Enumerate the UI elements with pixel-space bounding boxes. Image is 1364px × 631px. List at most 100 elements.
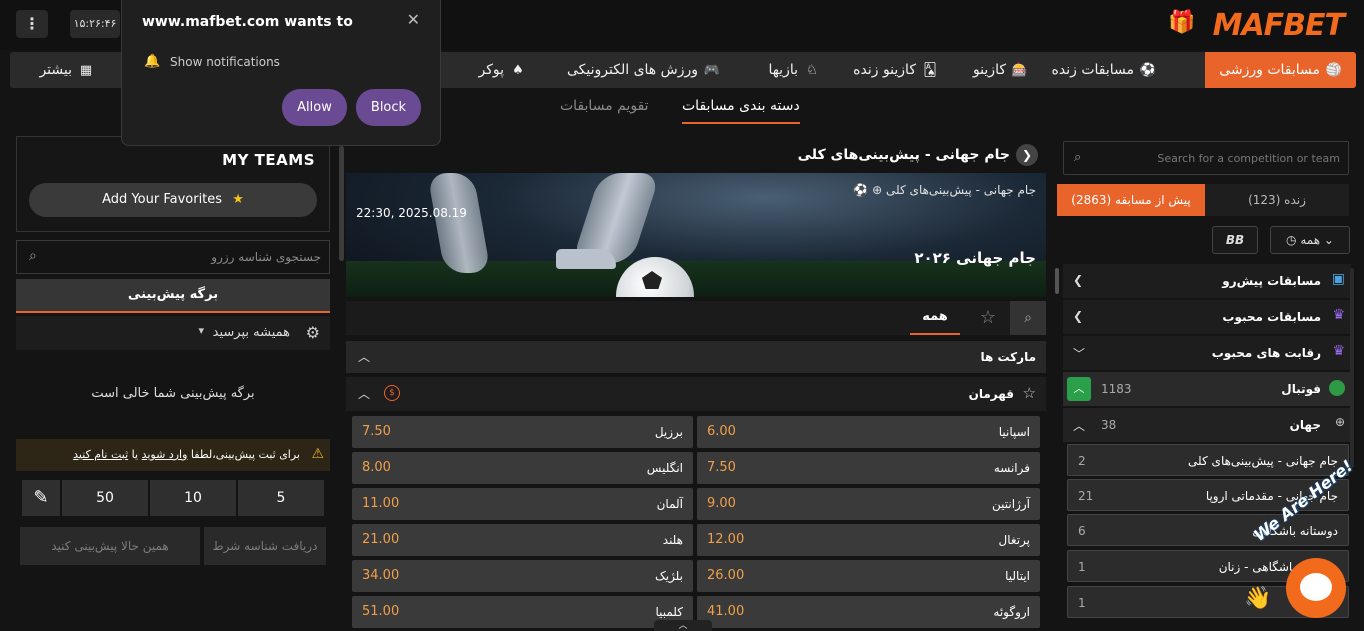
chevron-left-icon[interactable]: ❮ xyxy=(1016,144,1038,166)
nav-esports[interactable]: 🎮ورزش های الکترونیکی xyxy=(567,52,720,88)
gamepad-icon: 🎮 xyxy=(703,63,720,78)
competition-search-input[interactable]: ⌕ Search for a competition or team xyxy=(1063,141,1349,175)
left-scrollbar[interactable] xyxy=(339,146,344,261)
market-filter-bar: ⌕ ☆ همه xyxy=(346,301,1046,335)
soccer-ball-icon xyxy=(1329,380,1345,396)
gear-icon[interactable]: ⚙ xyxy=(306,323,320,342)
popup-title: www.mafbet.com wants to xyxy=(142,14,353,30)
banner-subtitle: جام جهانی - پیش‌بینی‌های کلی ⊕ ⚽ xyxy=(853,183,1036,197)
quick-stakes: 5 10 50 ✎ xyxy=(16,480,330,516)
booking-id-search-input[interactable]: ⌕ جستجوی شناسه رزرو xyxy=(16,240,330,274)
nav-sports[interactable]: 🏐مسابقات ورزشی xyxy=(1205,52,1356,88)
sidebar-item-popular-matches[interactable]: ♛ مسابقات محبوب ❮ xyxy=(1063,300,1351,334)
trophy-icon: ♛ xyxy=(1332,343,1345,359)
chat-button[interactable] xyxy=(1286,558,1346,618)
nav-games[interactable]: ♘بازیها xyxy=(768,52,820,88)
chevron-up-icon[interactable]: ︿ xyxy=(654,620,712,631)
add-favorites-button[interactable]: Add Your Favorites ★ xyxy=(29,183,317,217)
cashout-icon: $ xyxy=(384,385,400,401)
tab-competition-categories[interactable]: دسته بندی مسابقات xyxy=(682,92,800,124)
tab-prematch[interactable]: پیش از مسابقه (2863) xyxy=(1057,184,1205,216)
chevron-down-icon: ⌄ xyxy=(1323,233,1334,247)
block-button[interactable]: Block xyxy=(356,89,421,126)
chevron-left-icon: ❮ xyxy=(1073,273,1084,287)
tab-live[interactable]: زنده (123) xyxy=(1205,184,1349,216)
odd-button[interactable]: کلمبیا 51.00 xyxy=(352,596,693,628)
chevron-left-icon: ❮ xyxy=(1073,309,1084,323)
banner-shoe xyxy=(556,249,616,269)
sidebar-item-world[interactable]: ⊕ جهان 38 ︿ xyxy=(1063,408,1351,442)
nav-casino[interactable]: 🎰کازینو xyxy=(973,52,1028,88)
logo[interactable]: MAFBET xyxy=(1213,8,1345,43)
allow-button[interactable]: Allow xyxy=(282,89,347,126)
star-outline-icon[interactable]: ☆ xyxy=(1023,384,1036,402)
search-icon: ⌕ xyxy=(1074,150,1082,165)
competition-view: ❮جام جهانی - پیش‌بینی‌های کلی 22:30, 202… xyxy=(346,138,1046,631)
chevron-up-icon[interactable]: ︿ xyxy=(358,348,370,365)
popup-text: Show notifications xyxy=(170,55,280,69)
bell-icon: 🔔 xyxy=(144,54,161,69)
betslip-actions: دریافت شناسه شرط همین حالا پیش‌بینی کنید xyxy=(20,527,326,565)
odds-change-setting[interactable]: ⚙ همیشه بپرسید ▾ xyxy=(16,316,330,350)
nav-poker[interactable]: ♠پوکر xyxy=(478,52,526,88)
login-warning: ⚠ برای ثبت پیش‌بینی،لطفا وارد شوید یا ثب… xyxy=(16,439,330,471)
competition-item[interactable]: جام جهانی - پیش‌بینی‌های کلی 2 xyxy=(1067,444,1349,476)
odd-button[interactable]: آلمان 11.00 xyxy=(352,488,693,520)
stake-50-button[interactable]: 50 xyxy=(62,480,148,516)
odd-button[interactable]: هلند 21.00 xyxy=(352,524,693,556)
time-filter-select[interactable]: ◷ همه ⌄ xyxy=(1270,226,1350,254)
odd-button[interactable]: ایتالیا 26.00 xyxy=(697,560,1040,592)
edit-icon[interactable]: ✎ xyxy=(22,480,60,516)
odd-button[interactable]: اروگوئه 41.00 xyxy=(697,596,1040,628)
right-scrollbar[interactable] xyxy=(1350,268,1354,468)
my-teams-box: MY TEAMS Add Your Favorites ★ xyxy=(16,136,330,232)
waving-hand-icon: 👋 xyxy=(1244,586,1272,611)
odd-button[interactable]: فرانسه 7.50 xyxy=(697,452,1040,484)
chevron-up-icon[interactable]: ︿ xyxy=(358,385,370,402)
sidebar-item-football[interactable]: فوتبال 1183 ︿ xyxy=(1063,372,1351,406)
globe-icon: ⊕ xyxy=(1334,415,1345,429)
notification-permission-popup: www.mafbet.com wants to ✕ 🔔 Show notific… xyxy=(121,0,441,146)
place-bet-button[interactable]: همین حالا پیش‌بینی کنید xyxy=(20,527,200,565)
odd-button[interactable]: بلژیک 34.00 xyxy=(352,560,693,592)
close-icon[interactable]: ✕ xyxy=(407,10,420,29)
my-teams-title: MY TEAMS xyxy=(222,151,315,169)
banner-leg xyxy=(427,173,491,273)
banner-date: 22:30, 2025.08.19 xyxy=(356,206,467,220)
bet-builder-button[interactable]: BB xyxy=(1212,226,1258,254)
sidebar-item-popular-competitions[interactable]: ♛ رقابت های محبوب ﹀ xyxy=(1063,336,1351,370)
winner-market-header[interactable]: ☆ قهرمان $ ︿ xyxy=(346,377,1046,411)
stake-10-button[interactable]: 10 xyxy=(150,480,236,516)
chevron-up-icon[interactable]: ︿ xyxy=(1067,377,1091,401)
odd-button[interactable]: برزیل 7.50 xyxy=(352,416,693,448)
sidebar-item-upcoming[interactable]: ▣ مسابقات پیش‌رو ❮ xyxy=(1063,264,1351,298)
slot-machine-icon: 🎰 xyxy=(1011,63,1028,78)
odd-button[interactable]: آرژانتین 9.00 xyxy=(697,488,1040,520)
nav-live[interactable]: ⚽مسابقات زنده xyxy=(1052,52,1156,88)
register-link[interactable]: ثبت نام کنید xyxy=(73,448,128,461)
get-bet-code-button[interactable]: دریافت شناسه شرط xyxy=(204,527,326,565)
chevron-up-icon: ︿ xyxy=(1073,419,1086,433)
nav-live-casino[interactable]: 🂡کازینو زنده xyxy=(853,52,938,88)
nav-more[interactable]: ▦بیشتر xyxy=(39,52,94,88)
tab-betslip[interactable]: برگه پیش‌بینی xyxy=(16,279,330,313)
tab-competition-calendar[interactable]: تقویم مسابقات xyxy=(560,92,649,124)
sports-sidebar: ⌕ Search for a competition or team زنده … xyxy=(1057,136,1364,631)
odd-button[interactable]: اسپانیا 6.00 xyxy=(697,416,1040,448)
login-link[interactable]: وارد شوید xyxy=(142,448,188,461)
odd-button[interactable]: پرتغال 12.00 xyxy=(697,524,1040,556)
banner-title: جام جهانی ۲۰۲۶ xyxy=(914,249,1036,267)
search-icon: ⌕ xyxy=(29,248,37,264)
odd-button[interactable]: انگلیس 8.00 xyxy=(352,452,693,484)
filter-all-tab[interactable]: همه xyxy=(910,301,960,335)
search-icon[interactable]: ⌕ xyxy=(1010,301,1046,335)
grid-icon: ▦ xyxy=(79,63,93,78)
chevron-down-icon[interactable]: ▾ xyxy=(198,324,204,337)
gift-icon[interactable]: 🎁 xyxy=(1168,10,1195,36)
competition-item[interactable]: دوستانه باشگاهی 6 xyxy=(1067,514,1349,546)
markets-header[interactable]: مارکت ها ︿ xyxy=(346,341,1046,373)
star-outline-icon[interactable]: ☆ xyxy=(980,307,996,328)
kebab-menu-icon[interactable]: ⋮ xyxy=(16,10,48,38)
stake-5-button[interactable]: 5 xyxy=(238,480,324,516)
competition-banner: 22:30, 2025.08.19 جام جهانی - پیش‌بینی‌ه… xyxy=(346,173,1046,297)
